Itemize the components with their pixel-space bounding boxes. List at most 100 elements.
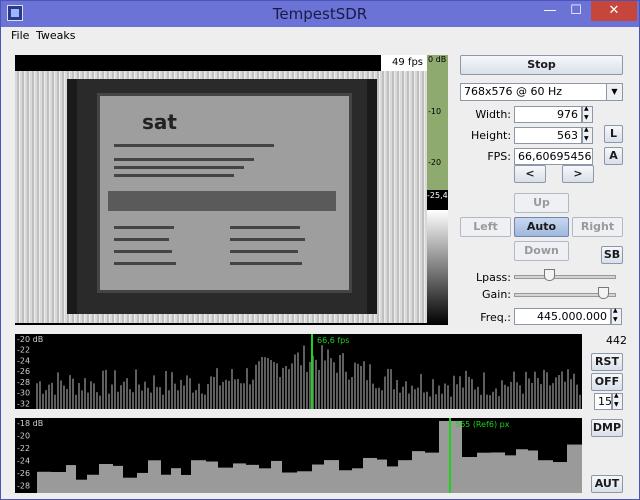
autocorrelation-graph: -20 dB -22-24 -26 -28 -30-32 <box>17 335 581 409</box>
sb-button[interactable]: SB <box>601 246 623 264</box>
app-window: TempestSDR — ☐ ✕ File Tweaks 49 fps sat <box>0 0 640 500</box>
height-marker <box>449 418 451 493</box>
fps-label: FPS: <box>487 150 511 163</box>
trace-bar <box>387 466 398 493</box>
up-button[interactable]: Up <box>514 193 569 213</box>
trace-bar <box>161 474 171 493</box>
down-button[interactable]: Down <box>514 241 569 261</box>
logo-text: sat <box>142 110 177 134</box>
text-line <box>114 238 169 241</box>
axis-tick-label: -22 <box>17 346 30 355</box>
trace-bar <box>181 474 191 493</box>
height-spinner[interactable] <box>582 126 593 144</box>
lpass-track <box>514 275 616 279</box>
level-gradient <box>427 210 448 325</box>
resolution-value: 768x576 @ 60 Hz <box>464 85 563 98</box>
trace-bar <box>259 468 271 493</box>
trace-bar <box>271 460 282 493</box>
trace-bar <box>412 451 425 493</box>
next-button[interactable]: > <box>562 165 594 183</box>
trace-bar <box>37 471 51 493</box>
text-line <box>114 166 244 169</box>
height-field[interactable]: 563 <box>514 127 582 144</box>
trace-bar <box>528 450 538 493</box>
trace-bar <box>462 457 477 493</box>
lpass-label: Lpass: <box>475 271 511 284</box>
trace-bar <box>206 461 218 493</box>
menu-file[interactable]: File <box>11 29 29 42</box>
line-plot[interactable]: -18 dB -20 -22 -24 -26 -28 565 (Ref6) px <box>15 418 582 493</box>
width-spinner[interactable] <box>582 105 593 123</box>
trace-bar <box>398 460 412 493</box>
fps-marker-label: 66,6 fps <box>317 336 350 345</box>
minimize-button[interactable]: — <box>537 1 563 21</box>
text-line <box>230 238 305 241</box>
auto-fps-button[interactable]: A <box>604 147 623 165</box>
text-line <box>230 226 300 229</box>
axis-tick-label: -22 <box>17 444 30 453</box>
db-label: -10 <box>428 107 442 116</box>
monitor-content: sat <box>97 93 352 293</box>
width-field[interactable]: 976 <box>514 106 582 123</box>
trace-bar <box>99 464 113 493</box>
trace-bar <box>425 452 439 493</box>
level-bar <box>427 55 448 190</box>
trace-bar <box>312 464 324 493</box>
trace-bar <box>363 457 377 493</box>
rst-button[interactable]: RST <box>591 353 623 371</box>
aut-button[interactable]: AUT <box>591 475 623 493</box>
frame-count: 442 <box>606 334 627 347</box>
trace-bar <box>352 468 363 493</box>
trace-bar <box>218 467 233 493</box>
axis-tick-label: -26 <box>17 469 30 478</box>
lpass-slider[interactable] <box>544 269 556 281</box>
freq-field[interactable]: 445.000.000 <box>514 308 611 325</box>
stop-button[interactable]: Stop <box>460 55 623 75</box>
freq-spinner[interactable] <box>611 307 622 325</box>
trace-bar <box>233 463 246 493</box>
trace-bar <box>538 460 553 493</box>
left-button[interactable]: Left <box>460 217 511 237</box>
history-spinner[interactable] <box>612 392 623 410</box>
off-button[interactable]: OFF <box>591 373 623 391</box>
trace-bar <box>246 464 259 493</box>
trace-bar <box>297 471 312 493</box>
video-display[interactable]: 49 fps sat 0 dB -10 -20 -25,4 <box>15 55 448 325</box>
trace-bar <box>377 459 387 493</box>
maximize-button[interactable]: ☐ <box>563 1 589 21</box>
auto-button[interactable]: Auto <box>514 217 569 237</box>
resolution-select[interactable]: 768x576 @ 60 Hz ▼ <box>460 83 623 101</box>
text-line <box>230 262 302 265</box>
trace-bar <box>148 460 161 493</box>
trace-bar <box>324 460 339 493</box>
monitor-frame: sat <box>67 79 377 314</box>
trace-bar <box>76 479 87 493</box>
axis-tick-label: -24 <box>17 457 30 466</box>
video-top-bar <box>15 55 381 71</box>
prev-button[interactable]: < <box>514 165 546 183</box>
close-button[interactable]: ✕ <box>591 1 637 21</box>
chevron-down-icon[interactable]: ▼ <box>606 84 622 100</box>
trace-bar <box>66 465 76 493</box>
lock-button[interactable]: L <box>604 125 623 143</box>
autocorrelation-plot[interactable]: -20 dB -22 -24 -26 -28 -30 -32 66,6 fps <box>15 334 582 409</box>
trace-bar <box>123 477 137 493</box>
signal-level-meter: 0 dB -10 -20 -25,4 <box>427 55 448 325</box>
trace-bar <box>505 455 516 493</box>
trace-bar <box>339 470 352 493</box>
axis-tick-label: -28 <box>17 378 30 387</box>
right-button[interactable]: Right <box>572 217 623 237</box>
freq-label: Freq.: <box>480 311 511 324</box>
text-line <box>114 250 172 253</box>
text-line <box>114 226 174 229</box>
fps-readout: 49 fps <box>381 55 427 71</box>
text-line <box>230 250 298 253</box>
height-label: Height: <box>471 129 512 142</box>
title-bar[interactable]: TempestSDR — ☐ ✕ <box>1 1 639 27</box>
gain-label: Gain: <box>482 288 511 301</box>
menu-tweaks[interactable]: Tweaks <box>36 29 76 42</box>
fps-field[interactable]: 66,60695456 <box>514 148 593 165</box>
gain-slider[interactable] <box>597 287 609 299</box>
history-field[interactable]: 15 <box>594 393 612 410</box>
dmp-button[interactable]: DMP <box>591 419 623 437</box>
